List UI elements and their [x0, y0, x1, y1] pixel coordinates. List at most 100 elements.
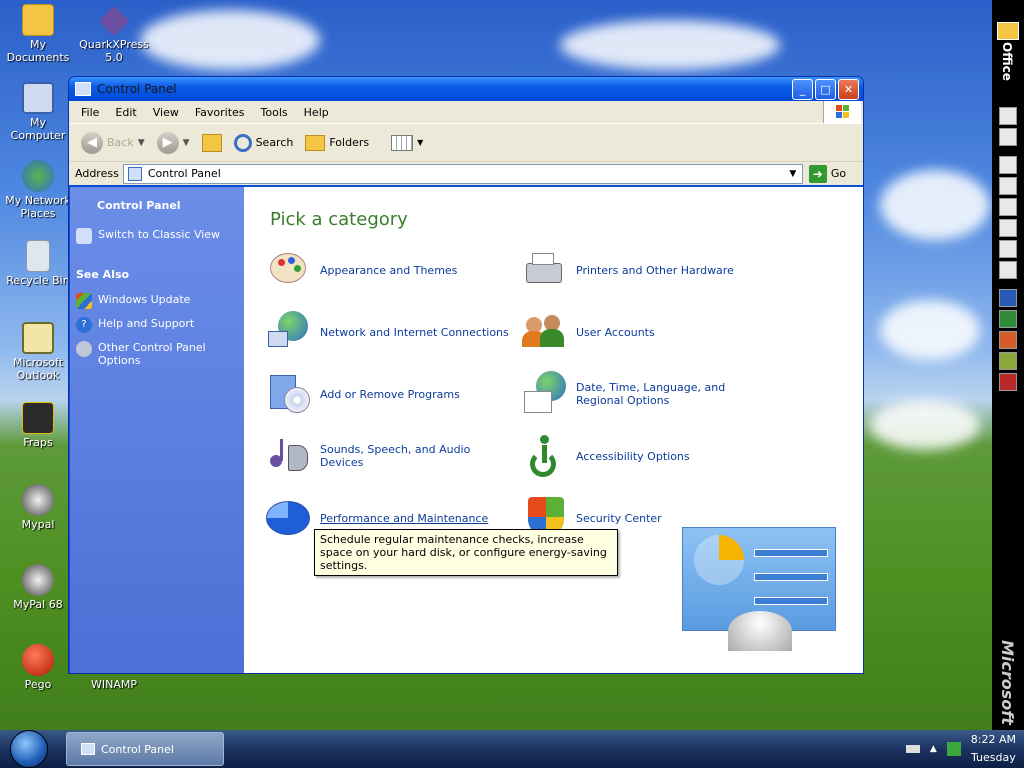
desktop-icon-my-computer[interactable]: My Computer: [2, 82, 74, 142]
search-label: Search: [255, 136, 294, 149]
office-app-icon[interactable]: [999, 107, 1017, 125]
office-mail-icon[interactable]: [999, 156, 1017, 174]
category-printers-hardware[interactable]: Printers and Other Hardware: [522, 247, 772, 293]
classic-view-icon: [76, 228, 92, 244]
back-button[interactable]: ◀ Back ▼: [77, 128, 149, 158]
desktop-icon-mypal[interactable]: Mypal: [2, 484, 74, 531]
category-label: User Accounts: [576, 325, 655, 339]
office-task-icon[interactable]: [999, 198, 1017, 216]
folders-icon: [305, 134, 326, 151]
views-button[interactable]: ▼: [387, 128, 427, 158]
address-field[interactable]: Control Panel ▼: [122, 163, 803, 184]
category-add-remove-programs[interactable]: Add or Remove Programs: [266, 371, 516, 417]
category-sounds-speech-audio[interactable]: Sounds, Speech, and Audio Devices: [266, 433, 516, 479]
window-content: Control Panel Switch to Classic View See…: [70, 187, 863, 673]
windows-update-icon: [76, 293, 92, 309]
desktop-icon-label: QuarkXPress 5.0: [79, 38, 149, 64]
wallpaper-cloud: [880, 170, 990, 240]
desktop-icon-my-documents[interactable]: My Documents: [2, 4, 74, 64]
address-dropdown-button[interactable]: ▼: [784, 165, 802, 183]
users-icon: [522, 309, 570, 355]
desktop-icon-label: Pego: [24, 678, 52, 691]
menu-help[interactable]: Help: [296, 106, 337, 119]
menu-tools[interactable]: Tools: [253, 106, 296, 119]
address-value: Control Panel: [147, 167, 221, 180]
desktop-icon-label: WINAMP: [91, 678, 137, 691]
clock[interactable]: 8:22 AM Tuesday: [971, 731, 1016, 767]
windows-update-link[interactable]: Windows Update: [76, 293, 238, 309]
category-label: Sounds, Speech, and Audio Devices: [320, 443, 471, 469]
category-tooltip: Schedule regular maintenance checks, inc…: [314, 529, 618, 576]
chevron-up-icon[interactable]: ▲: [930, 744, 937, 754]
menu-edit[interactable]: Edit: [107, 106, 144, 119]
forward-button[interactable]: ▶ ▼: [153, 128, 194, 158]
go-label: Go: [830, 167, 847, 180]
category-network-internet[interactable]: Network and Internet Connections: [266, 309, 516, 355]
office-bar-folder-icon[interactable]: [997, 22, 1019, 40]
category-date-time-language[interactable]: Date, Time, Language, and Regional Optio…: [522, 371, 772, 417]
office-app-icon[interactable]: [999, 128, 1017, 146]
taskbar: Control Panel ▲ 8:22 AM Tuesday: [0, 730, 1024, 768]
desktop-icon-label: My Computer: [10, 116, 66, 142]
category-appearance-themes[interactable]: Appearance and Themes: [266, 247, 516, 293]
maximize-button[interactable]: □: [815, 78, 836, 100]
desktop-icon-mypal68[interactable]: MyPal 68: [2, 564, 74, 611]
access-icon[interactable]: [999, 373, 1017, 391]
recycle-bin-icon: [26, 240, 50, 272]
category-label: Performance and Maintenance: [320, 511, 489, 525]
window-title: Control Panel: [97, 82, 177, 96]
date-time-globe-icon: [522, 371, 570, 417]
other-options-link[interactable]: Other Control Panel Options: [76, 341, 238, 367]
menu-bar: File Edit View Favorites Tools Help: [69, 101, 863, 123]
desktop-icon-network-places[interactable]: My Network Places: [2, 160, 74, 220]
keyboard-icon[interactable]: [905, 745, 920, 753]
chevron-down-icon[interactable]: ▼: [138, 138, 145, 148]
desktop-icon-outlook[interactable]: Microsoft Outlook: [2, 322, 74, 382]
desktop-icon-fraps[interactable]: Fraps: [2, 402, 74, 449]
office-note-icon[interactable]: [999, 240, 1017, 258]
menu-favorites[interactable]: Favorites: [187, 106, 253, 119]
office-calendar-icon[interactable]: [999, 177, 1017, 195]
menu-view[interactable]: View: [145, 106, 187, 119]
word-icon[interactable]: [999, 289, 1017, 307]
taskbar-button-control-panel[interactable]: Control Panel: [66, 732, 224, 766]
add-remove-programs-icon: [266, 371, 314, 417]
minimize-button[interactable]: _: [792, 78, 813, 100]
menu-file[interactable]: File: [73, 106, 107, 119]
tray-app-icon[interactable]: [946, 742, 961, 756]
folders-button[interactable]: Folders: [301, 128, 373, 158]
excel-icon[interactable]: [999, 310, 1017, 328]
category-label: Date, Time, Language, and Regional Optio…: [576, 381, 726, 407]
wallpaper-cloud: [560, 20, 780, 70]
desktop-icon-label: My Network Places: [5, 194, 71, 220]
help-support-link[interactable]: ? Help and Support: [76, 317, 238, 333]
desktop-icon-quarkxpress[interactable]: QuarkXPress 5.0: [78, 4, 150, 64]
office-journal-icon[interactable]: [999, 261, 1017, 279]
up-folder-button[interactable]: [198, 128, 226, 158]
desktop-icon-winamp[interactable]: WINAMP: [78, 678, 150, 691]
chevron-down-icon[interactable]: ▼: [183, 138, 190, 148]
wallpaper-cloud: [870, 400, 980, 450]
powerpoint-icon[interactable]: [999, 331, 1017, 349]
close-button[interactable]: ✕: [838, 78, 859, 100]
accessibility-icon: [522, 433, 570, 479]
network-icon: [22, 160, 54, 192]
category-user-accounts[interactable]: User Accounts: [522, 309, 772, 355]
other-options-label: Other Control Panel Options: [98, 341, 206, 367]
start-button[interactable]: [10, 730, 48, 768]
window-titlebar[interactable]: Control Panel _ □ ✕: [69, 77, 863, 101]
network-globe-icon: [266, 309, 314, 355]
desktop-icon-recycle-bin[interactable]: Recycle Bin: [2, 240, 74, 287]
category-accessibility[interactable]: Accessibility Options: [522, 433, 772, 479]
desktop-icon-label: Recycle Bin: [6, 274, 70, 287]
task-pane: Control Panel Switch to Classic View See…: [70, 187, 244, 673]
category-label: Add or Remove Programs: [320, 387, 460, 401]
go-button[interactable]: ➜ Go: [808, 164, 847, 183]
office-contact-icon[interactable]: [999, 219, 1017, 237]
control-panel-icon: [127, 166, 142, 181]
desktop-icon-pego[interactable]: Pego: [2, 644, 74, 691]
switch-classic-view-link[interactable]: Switch to Classic View: [76, 228, 238, 244]
publisher-icon[interactable]: [999, 352, 1017, 370]
help-support-label: Help and Support: [98, 317, 195, 330]
search-button[interactable]: Search: [230, 128, 298, 158]
